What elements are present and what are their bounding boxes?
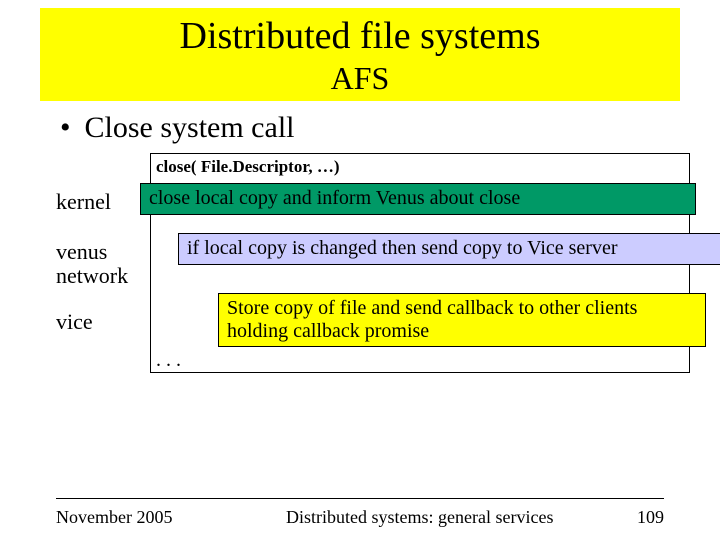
title-block: Distributed file systems AFS <box>40 8 680 101</box>
footer-rule <box>56 498 664 499</box>
label-kernel: kernel <box>56 189 111 215</box>
footer-row: November 2005 Distributed systems: gener… <box>56 507 664 528</box>
close-call-text: close( File.Descriptor, …) <box>156 157 339 177</box>
bullet-dot: • <box>60 111 71 145</box>
slide-subtitle: AFS <box>40 60 680 97</box>
footer-date: November 2005 <box>56 507 172 528</box>
label-vice: vice <box>56 309 93 335</box>
bullet-item: • Close system call <box>60 111 660 145</box>
label-venus: venus <box>56 239 107 265</box>
box-venus: if local copy is changed then send copy … <box>178 233 720 265</box>
ellipsis: . . . <box>156 349 181 372</box>
bullet-text: Close system call <box>85 111 295 145</box>
footer-title: Distributed systems: general services <box>172 507 637 528</box>
slide: Distributed file systems AFS • Close sys… <box>0 8 720 548</box>
slide-title: Distributed file systems <box>40 14 680 58</box>
footer: November 2005 Distributed systems: gener… <box>0 498 720 528</box>
diagram: close( File.Descriptor, …) kernel venus … <box>56 153 660 403</box>
box-kernel: close local copy and inform Venus about … <box>140 183 696 215</box>
footer-page: 109 <box>637 507 664 528</box>
label-network: network <box>56 263 128 289</box>
box-vice: Store copy of file and send callback to … <box>218 293 706 347</box>
